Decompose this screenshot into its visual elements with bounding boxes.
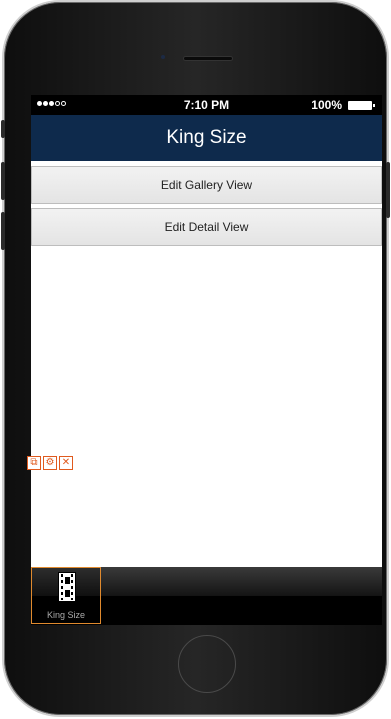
volume-down-button [1, 212, 5, 250]
edit-detail-view-button[interactable]: Edit Detail View [31, 208, 382, 246]
film-icon [58, 572, 76, 602]
earpiece-speaker [184, 57, 232, 60]
nav-bar: King Size [31, 115, 382, 161]
volume-up-button [1, 162, 5, 200]
phone-screen: 7:10 PM 100% King Size Edit Gallery View… [31, 95, 382, 625]
settings-icon[interactable]: ⚙ [43, 456, 57, 470]
battery-icon [348, 101, 375, 110]
status-bar: 7:10 PM 100% [31, 95, 382, 115]
tab-bar: King Size [31, 567, 382, 625]
power-button [386, 162, 390, 218]
phone-frame: 7:10 PM 100% King Size Edit Gallery View… [1, 2, 390, 715]
copy-icon[interactable]: ⧉ [27, 456, 41, 470]
tab-king-size[interactable]: King Size [31, 567, 101, 624]
element-toolbar: ⧉ ⚙ ✕ [27, 456, 73, 470]
edit-gallery-view-label: Edit Gallery View [160, 178, 253, 192]
home-button[interactable] [178, 635, 236, 693]
mute-switch [1, 120, 5, 138]
edit-detail-view-label: Edit Detail View [164, 220, 249, 234]
delete-icon[interactable]: ✕ [59, 456, 73, 470]
page-title: King Size [166, 127, 247, 148]
front-camera [161, 55, 165, 59]
battery-percent: 100% [311, 98, 342, 112]
edit-gallery-view-button[interactable]: Edit Gallery View [31, 166, 382, 204]
tab-label: King Size [46, 610, 86, 620]
